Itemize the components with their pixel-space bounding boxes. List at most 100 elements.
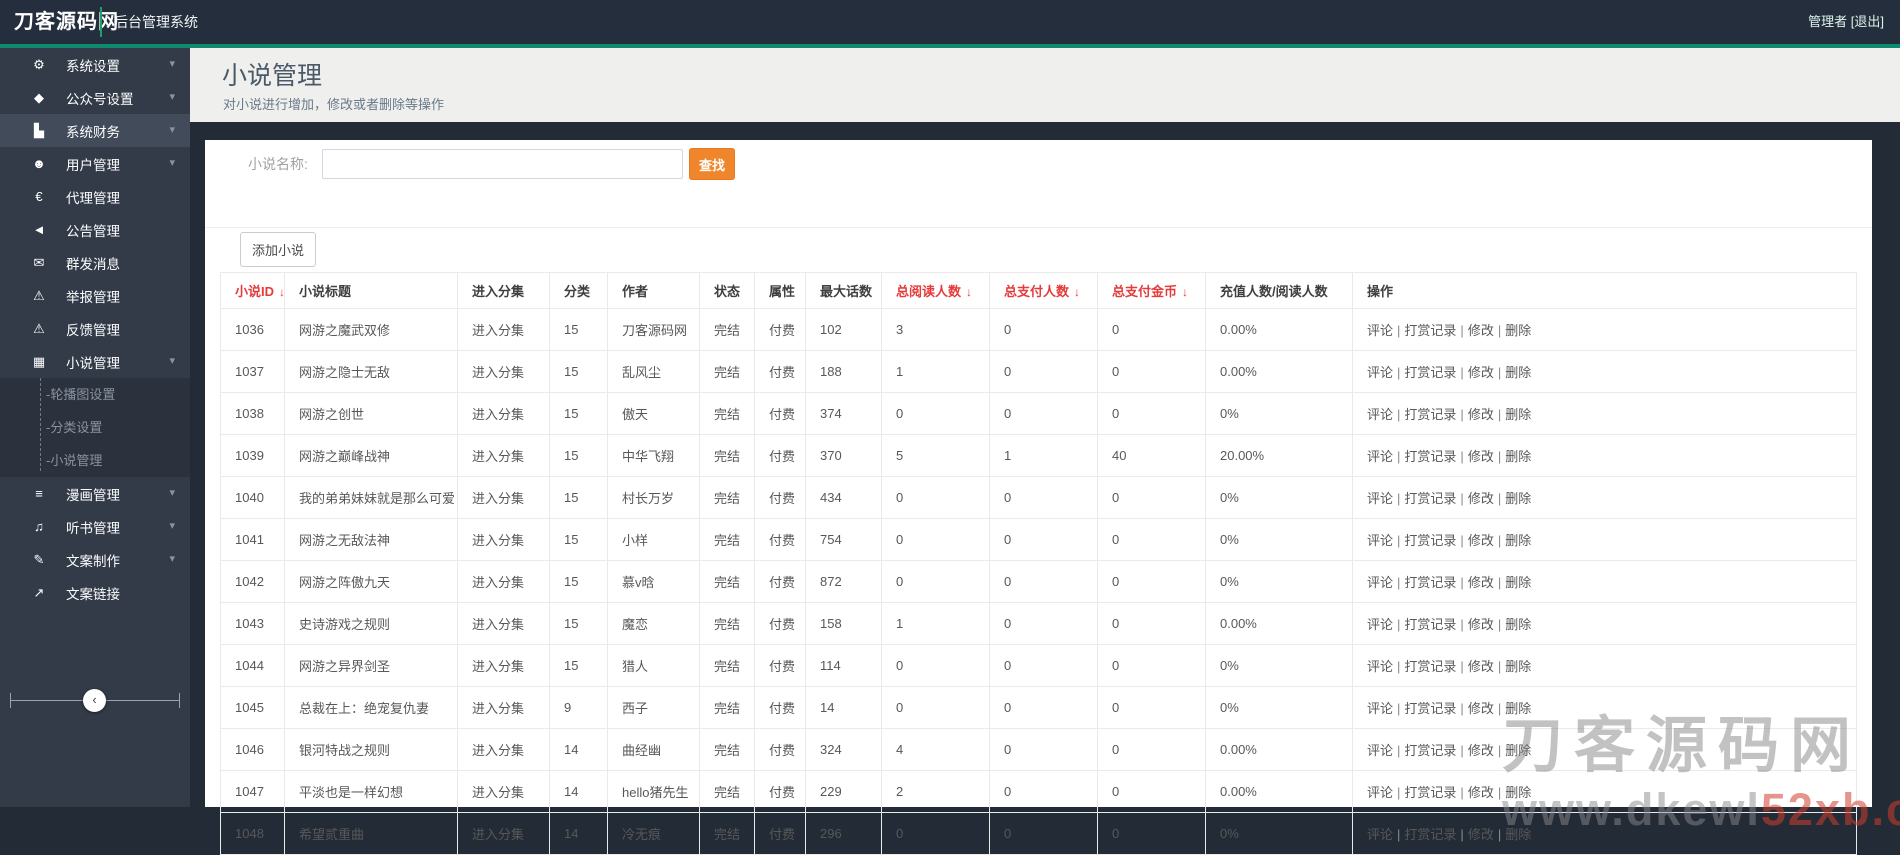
op-link-0[interactable]: 评论 bbox=[1367, 785, 1393, 800]
col-header-ops[interactable]: 操作 bbox=[1352, 272, 1857, 309]
enter-episodes-link[interactable]: 进入分集 bbox=[472, 575, 524, 590]
op-link-2[interactable]: 修改 bbox=[1468, 701, 1494, 716]
op-link-1[interactable]: 打赏记录 bbox=[1404, 785, 1456, 800]
op-link-2[interactable]: 修改 bbox=[1468, 785, 1494, 800]
enter-episodes-link[interactable]: 进入分集 bbox=[472, 491, 524, 506]
op-link-3[interactable]: 删除 bbox=[1505, 785, 1531, 800]
op-link-1[interactable]: 打赏记录 bbox=[1404, 743, 1456, 758]
col-header-total_readers[interactable]: 总阅读人数 ↓ bbox=[881, 272, 990, 309]
sidebar-item-comic-management[interactable]: ≡ 漫画管理 ▾ bbox=[0, 477, 190, 510]
sidebar-item-user-management[interactable]: ☻ 用户管理 ▾ bbox=[0, 147, 190, 180]
sidebar-item-notice-management[interactable]: ◄ 公告管理 bbox=[0, 213, 190, 246]
sidebar-item-agent-management[interactable]: € 代理管理 bbox=[0, 180, 190, 213]
sidebar-item-report-management[interactable]: ⚠ 举报管理 bbox=[0, 279, 190, 312]
op-link-2[interactable]: 修改 bbox=[1468, 407, 1494, 422]
enter-episodes-link[interactable]: 进入分集 bbox=[472, 827, 524, 842]
op-link-0[interactable]: 评论 bbox=[1367, 449, 1393, 464]
op-link-3[interactable]: 删除 bbox=[1505, 449, 1531, 464]
col-header-title[interactable]: 小说标题 bbox=[284, 272, 458, 309]
op-link-0[interactable]: 评论 bbox=[1367, 701, 1393, 716]
sidebar-item-copywriting-link[interactable]: ↗ 文案链接 bbox=[0, 576, 190, 609]
col-header-author[interactable]: 作者 bbox=[607, 272, 700, 309]
col-header-id[interactable]: 小说ID ↓ bbox=[220, 272, 285, 309]
op-link-0[interactable]: 评论 bbox=[1367, 491, 1393, 506]
op-link-2[interactable]: 修改 bbox=[1468, 575, 1494, 590]
col-header-total_coins[interactable]: 总支付金币 ↓ bbox=[1097, 272, 1206, 309]
op-link-1[interactable]: 打赏记录 bbox=[1404, 407, 1456, 422]
sidebar-subitem[interactable]: -轮播图设置 bbox=[0, 378, 190, 411]
enter-episodes-link[interactable]: 进入分集 bbox=[472, 533, 524, 548]
sidebar-item-system-settings[interactable]: ⚙ 系统设置 ▾ bbox=[0, 48, 190, 81]
op-link-0[interactable]: 评论 bbox=[1367, 323, 1393, 338]
sidebar-item-copywriting-make[interactable]: ✎ 文案制作 ▾ bbox=[0, 543, 190, 576]
add-novel-button[interactable]: 添加小说 bbox=[240, 232, 317, 267]
op-link-3[interactable]: 删除 bbox=[1505, 323, 1531, 338]
logout-link[interactable]: [退出] bbox=[1851, 14, 1884, 29]
enter-episodes-link[interactable]: 进入分集 bbox=[472, 743, 524, 758]
op-link-3[interactable]: 删除 bbox=[1505, 407, 1531, 422]
op-link-3[interactable]: 删除 bbox=[1505, 575, 1531, 590]
op-link-1[interactable]: 打赏记录 bbox=[1404, 827, 1456, 842]
sidebar-item-official-account[interactable]: ◆ 公众号设置 ▾ bbox=[0, 81, 190, 114]
op-link-0[interactable]: 评论 bbox=[1367, 407, 1393, 422]
op-link-0[interactable]: 评论 bbox=[1367, 533, 1393, 548]
sidebar-collapse-button[interactable]: ‹ bbox=[83, 689, 106, 712]
op-link-0[interactable]: 评论 bbox=[1367, 743, 1393, 758]
op-link-2[interactable]: 修改 bbox=[1468, 323, 1494, 338]
sidebar-item-audiobook-management[interactable]: ♫ 听书管理 ▾ bbox=[0, 510, 190, 543]
op-link-1[interactable]: 打赏记录 bbox=[1404, 323, 1456, 338]
novel-name-input[interactable] bbox=[322, 149, 683, 179]
op-link-1[interactable]: 打赏记录 bbox=[1404, 365, 1456, 380]
col-header-total_payers[interactable]: 总支付人数 ↓ bbox=[989, 272, 1098, 309]
op-link-1[interactable]: 打赏记录 bbox=[1404, 449, 1456, 464]
enter-episodes-link[interactable]: 进入分集 bbox=[472, 449, 524, 464]
enter-episodes-link[interactable]: 进入分集 bbox=[472, 785, 524, 800]
op-link-3[interactable]: 删除 bbox=[1505, 365, 1531, 380]
col-header-enter[interactable]: 进入分集 bbox=[457, 272, 550, 309]
op-link-1[interactable]: 打赏记录 bbox=[1404, 533, 1456, 548]
op-link-3[interactable]: 删除 bbox=[1505, 659, 1531, 674]
search-button[interactable]: 查找 bbox=[689, 148, 735, 180]
op-link-1[interactable]: 打赏记录 bbox=[1404, 575, 1456, 590]
op-link-0[interactable]: 评论 bbox=[1367, 575, 1393, 590]
op-link-3[interactable]: 删除 bbox=[1505, 743, 1531, 758]
op-link-3[interactable]: 删除 bbox=[1505, 701, 1531, 716]
col-header-ratio[interactable]: 充值人数/阅读人数 bbox=[1205, 272, 1353, 309]
op-link-0[interactable]: 评论 bbox=[1367, 365, 1393, 380]
op-link-1[interactable]: 打赏记录 bbox=[1404, 617, 1456, 632]
sidebar-item-system-finance[interactable]: ▙ 系统财务 ▾ bbox=[0, 114, 190, 147]
sidebar-item-mass-message[interactable]: ✉ 群发消息 bbox=[0, 246, 190, 279]
op-link-2[interactable]: 修改 bbox=[1468, 827, 1494, 842]
op-link-2[interactable]: 修改 bbox=[1468, 365, 1494, 380]
col-header-category[interactable]: 分类 bbox=[549, 272, 608, 309]
sidebar-subitem[interactable]: -分类设置 bbox=[0, 411, 190, 444]
op-link-2[interactable]: 修改 bbox=[1468, 617, 1494, 632]
col-header-status[interactable]: 状态 bbox=[699, 272, 755, 309]
op-link-0[interactable]: 评论 bbox=[1367, 659, 1393, 674]
enter-episodes-link[interactable]: 进入分集 bbox=[472, 617, 524, 632]
sidebar-item-feedback-management[interactable]: ⚠ 反馈管理 bbox=[0, 312, 190, 345]
enter-episodes-link[interactable]: 进入分集 bbox=[472, 365, 524, 380]
op-link-2[interactable]: 修改 bbox=[1468, 659, 1494, 674]
op-link-3[interactable]: 删除 bbox=[1505, 617, 1531, 632]
op-link-3[interactable]: 删除 bbox=[1505, 491, 1531, 506]
op-link-2[interactable]: 修改 bbox=[1468, 533, 1494, 548]
op-link-1[interactable]: 打赏记录 bbox=[1404, 659, 1456, 674]
op-link-0[interactable]: 评论 bbox=[1367, 827, 1393, 842]
op-link-0[interactable]: 评论 bbox=[1367, 617, 1393, 632]
sidebar-item-novel-management[interactable]: ▦ 小说管理 ▾ bbox=[0, 345, 190, 378]
op-link-2[interactable]: 修改 bbox=[1468, 449, 1494, 464]
col-header-attribute[interactable]: 属性 bbox=[754, 272, 806, 309]
sidebar-subitem[interactable]: -小说管理 bbox=[0, 444, 190, 477]
col-header-max_episodes[interactable]: 最大话数 bbox=[805, 272, 882, 309]
enter-episodes-link[interactable]: 进入分集 bbox=[472, 323, 524, 338]
enter-episodes-link[interactable]: 进入分集 bbox=[472, 701, 524, 716]
op-link-2[interactable]: 修改 bbox=[1468, 743, 1494, 758]
op-link-1[interactable]: 打赏记录 bbox=[1404, 491, 1456, 506]
op-link-3[interactable]: 删除 bbox=[1505, 827, 1531, 842]
op-link-1[interactable]: 打赏记录 bbox=[1404, 701, 1456, 716]
enter-episodes-link[interactable]: 进入分集 bbox=[472, 659, 524, 674]
op-link-2[interactable]: 修改 bbox=[1468, 491, 1494, 506]
op-link-3[interactable]: 删除 bbox=[1505, 533, 1531, 548]
enter-episodes-link[interactable]: 进入分集 bbox=[472, 407, 524, 422]
